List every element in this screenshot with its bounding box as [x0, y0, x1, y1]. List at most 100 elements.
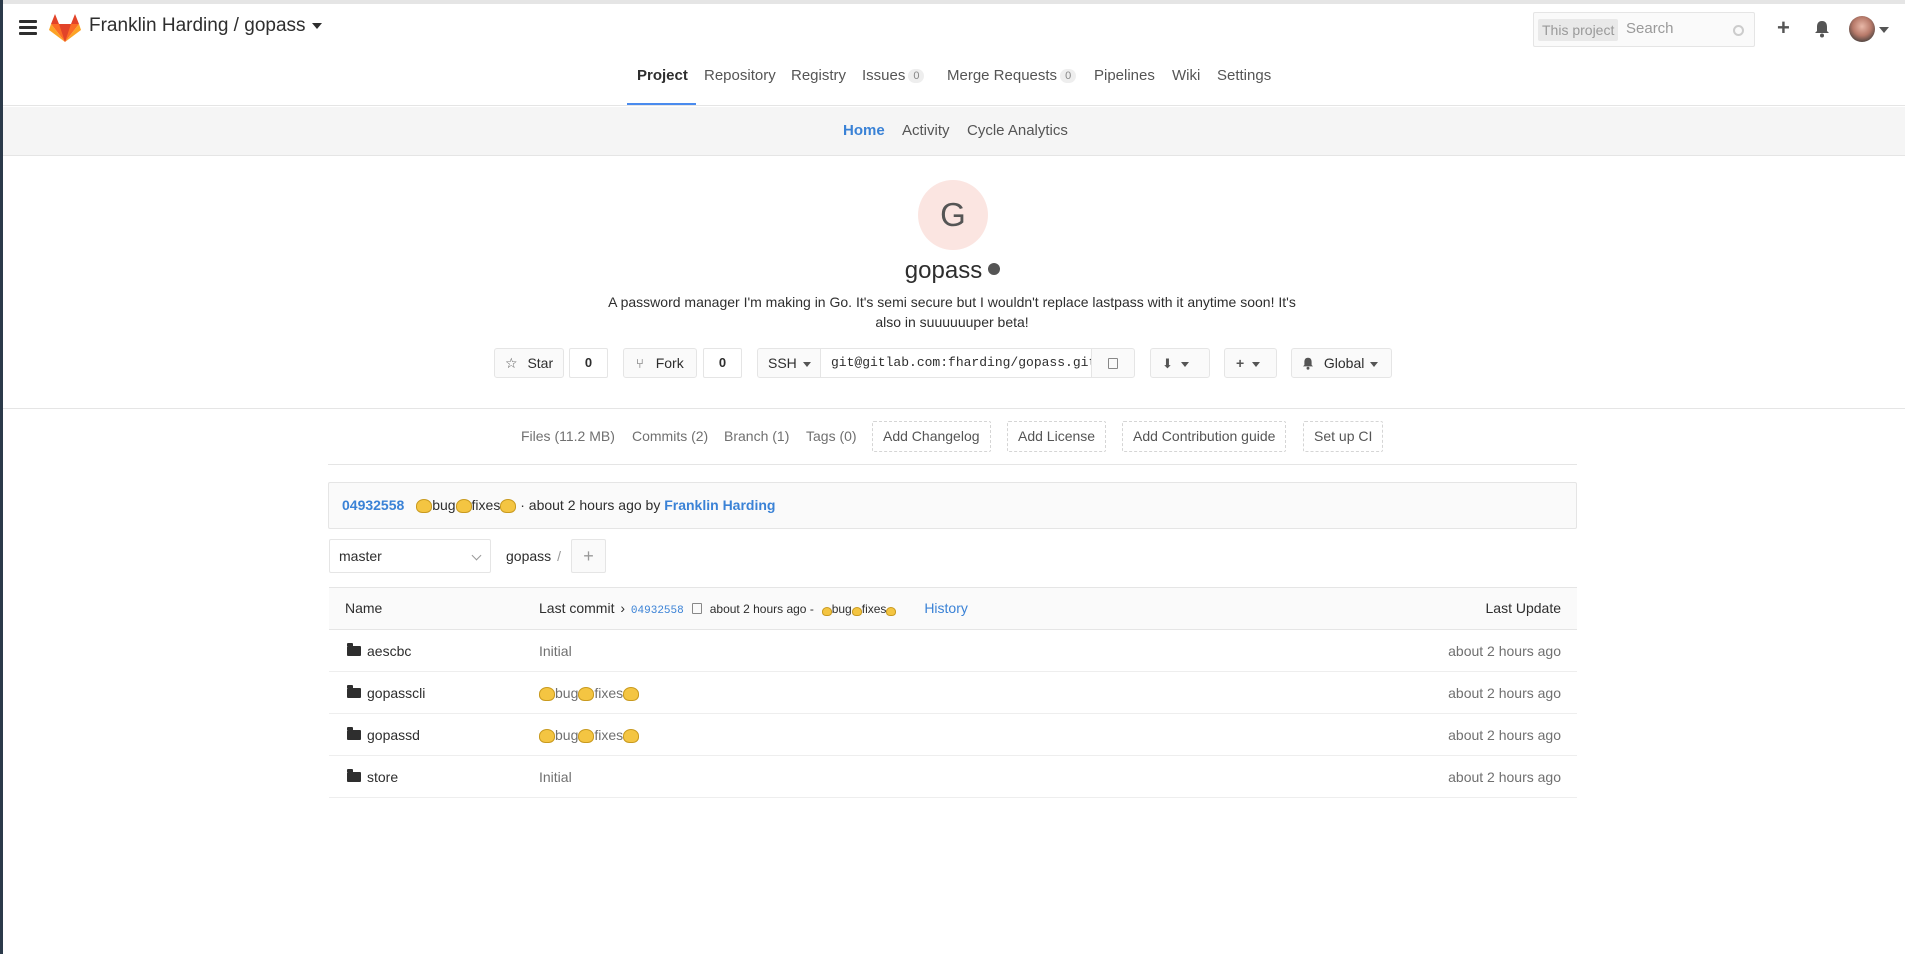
active-tab-indicator: [627, 103, 696, 105]
tab-registry[interactable]: Registry: [791, 67, 846, 84]
project-nav: Project Repository Registry Issues 0 Merg…: [3, 52, 1905, 106]
add-to-tree-button[interactable]: +: [571, 539, 606, 573]
notification-dropdown[interactable]: Global: [1291, 348, 1392, 378]
tab-wiki[interactable]: Wiki: [1172, 67, 1200, 84]
tab-issues-label: Issues: [862, 67, 906, 84]
tree-item-name[interactable]: gopassd: [347, 727, 420, 743]
tab-issues[interactable]: Issues 0: [862, 67, 925, 84]
tree-item-name[interactable]: gopasscli: [347, 685, 425, 701]
gitlab-logo-icon[interactable]: [49, 13, 81, 43]
add-changelog-button[interactable]: Add Changelog: [872, 421, 991, 452]
commit-message-word: fixes: [861, 602, 887, 616]
branch-link[interactable]: Branch (1): [724, 428, 789, 444]
tree-item-name[interactable]: store: [347, 769, 398, 785]
branch-select[interactable]: master: [329, 539, 491, 573]
file-tree-table: Name Last commit › 04932558 about 2 hours…: [329, 587, 1577, 798]
subtab-cycle-analytics[interactable]: Cycle Analytics: [967, 122, 1068, 139]
star-button[interactable]: ☆ Star: [494, 348, 564, 378]
fork-icon: ⑂: [636, 356, 644, 371]
table-row[interactable]: gopasscli bug fixes about 2 hours ago: [329, 672, 1577, 714]
commit-author-link[interactable]: Franklin Harding: [664, 497, 775, 513]
commit-message-word: bug: [555, 727, 579, 743]
clone-protocol-dropdown[interactable]: SSH: [757, 348, 821, 378]
fork-count[interactable]: 0: [703, 348, 742, 378]
search-icon: [1733, 25, 1744, 36]
clap-emoji-icon: [578, 729, 595, 743]
commit-message-link[interactable]: Initial: [539, 643, 572, 659]
tab-repository[interactable]: Repository: [704, 67, 776, 84]
subtab-home[interactable]: Home: [843, 122, 885, 139]
table-row[interactable]: gopassd bug fixes about 2 hours ago: [329, 714, 1577, 756]
add-contribution-guide-button[interactable]: Add Contribution guide: [1122, 421, 1287, 452]
files-link[interactable]: Files (11.2 MB): [521, 428, 615, 444]
history-link[interactable]: History: [924, 600, 968, 616]
commit-message-word: bug: [831, 602, 852, 616]
notification-label: Global: [1323, 355, 1365, 371]
divider: [328, 464, 1577, 465]
commit-message-link[interactable]: bug fixes: [539, 727, 640, 743]
search-input[interactable]: This project Search: [1533, 12, 1755, 47]
folder-icon: [347, 643, 361, 656]
subtab-activity[interactable]: Activity: [902, 122, 950, 139]
clap-emoji-icon: [539, 687, 555, 701]
commit-message-word[interactable]: fixes: [472, 497, 501, 513]
tab-settings[interactable]: Settings: [1217, 67, 1271, 84]
tab-merge-requests[interactable]: Merge Requests 0: [947, 67, 1077, 84]
add-license-button[interactable]: Add License: [1007, 421, 1107, 452]
globe-icon: [988, 263, 1001, 275]
plus-icon: +: [1236, 355, 1245, 371]
project-title[interactable]: Franklin Harding / gopass: [89, 15, 322, 37]
last-update-time: about 2 hours ago: [1448, 643, 1561, 659]
star-label: Star: [527, 355, 554, 371]
divider: [3, 408, 1905, 409]
commit-message-link[interactable]: Initial: [539, 769, 572, 785]
new-file-dropdown[interactable]: +: [1224, 348, 1277, 378]
breadcrumb-root[interactable]: gopass: [506, 548, 551, 564]
folder-icon: [347, 727, 361, 740]
commits-link[interactable]: Commits (2): [632, 428, 708, 444]
user-avatar[interactable]: [1849, 16, 1875, 42]
chevron-down-icon[interactable]: [311, 22, 322, 29]
chevron-down-icon: [1252, 361, 1261, 367]
tags-link[interactable]: Tags (0): [806, 428, 857, 444]
project-owner[interactable]: Franklin Harding: [89, 15, 228, 36]
star-count[interactable]: 0: [569, 348, 608, 378]
clipboard-icon[interactable]: [691, 603, 702, 614]
clap-emoji-icon: [623, 687, 640, 701]
last-commit-sha-link[interactable]: 04932558: [631, 605, 684, 617]
last-commit-time: about 2 hours ago -: [709, 602, 814, 616]
last-commit-message[interactable]: bug fixes: [818, 602, 897, 616]
folder-name: aescbc: [367, 643, 412, 659]
last-update-time: about 2 hours ago: [1448, 685, 1561, 701]
chevron-down-icon[interactable]: [1879, 27, 1889, 33]
search-scope-badge[interactable]: This project: [1538, 19, 1619, 41]
tab-project[interactable]: Project: [637, 67, 688, 84]
commit-message-word: fixes: [594, 685, 624, 701]
project-name-link[interactable]: gopass: [244, 15, 305, 36]
clap-emoji-icon: [886, 607, 897, 616]
download-dropdown[interactable]: ⬇: [1150, 348, 1210, 378]
folder-icon: [347, 769, 361, 782]
commit-message-word[interactable]: bug: [432, 497, 455, 513]
commit-sha-link[interactable]: 04932558: [342, 497, 404, 513]
clone-protocol-label: SSH: [768, 355, 797, 371]
bell-icon[interactable]: [1814, 20, 1830, 38]
tree-item-name[interactable]: aescbc: [347, 643, 411, 659]
table-row[interactable]: store Initial about 2 hours ago: [329, 756, 1577, 798]
clone-url-input[interactable]: git@gitlab.com:fharding/gopass.git: [820, 348, 1092, 378]
download-icon: ⬇: [1162, 356, 1173, 371]
fork-button[interactable]: ⑂ Fork: [623, 348, 697, 378]
last-commit-info: 04932558 bug fixes · about 2 hours ago by…: [342, 497, 775, 513]
tab-pipelines[interactable]: Pipelines: [1094, 67, 1155, 84]
top-header: Franklin Harding / gopass This project S…: [3, 4, 1905, 52]
last-commit-label: Last commit: [539, 600, 615, 616]
title-separator: /: [228, 15, 245, 36]
copy-url-button[interactable]: [1091, 348, 1135, 378]
chevron-right-icon: ›: [620, 600, 626, 616]
table-row[interactable]: aescbc Initial about 2 hours ago: [329, 630, 1577, 672]
new-item-plus-icon[interactable]: +: [1777, 17, 1790, 39]
last-commit-box: 04932558 bug fixes · about 2 hours ago by…: [328, 482, 1577, 529]
hamburger-menu-icon[interactable]: [19, 20, 37, 35]
setup-ci-button[interactable]: Set up CI: [1303, 421, 1384, 452]
commit-message-link[interactable]: bug fixes: [539, 685, 640, 701]
